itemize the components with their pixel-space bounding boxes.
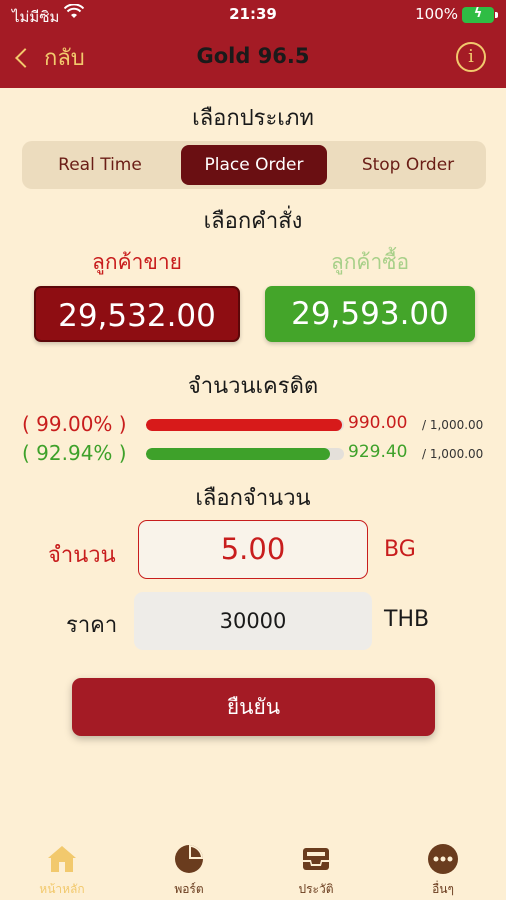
pie-chart-icon <box>175 845 203 873</box>
tab-label: ประวัติ <box>298 882 334 896</box>
amount-input[interactable]: 5.00 <box>138 520 368 579</box>
credit-row-sell: ( 99.00% ) 990.00 / 1,000.00 <box>22 412 492 436</box>
status-bar: ไม่มีซิม 21:39 100% ϟ <box>0 0 506 30</box>
credit-bar <box>146 419 344 431</box>
tab-label: หน้าหลัก <box>39 882 85 896</box>
credit-value: 929.40 <box>348 442 408 462</box>
amount-label: จำนวน <box>48 543 116 568</box>
page-title: Gold 96.5 <box>196 44 310 68</box>
buy-label: ลูกค้าซื้อ <box>330 250 410 274</box>
tab-portfolio[interactable]: พอร์ต <box>139 842 239 899</box>
nav-bar: กลับ Gold 96.5 i <box>0 30 506 88</box>
credit-max: / 1,000.00 <box>422 447 484 461</box>
tab-more[interactable]: อื่นๆ <box>393 842 493 899</box>
sell-label: ลูกค้าขาย <box>92 250 182 274</box>
more-icon <box>428 844 458 874</box>
segment-real-time[interactable]: Real Time <box>26 145 174 185</box>
amount-unit: BG <box>384 537 416 562</box>
credit-percent: ( 92.94% ) <box>22 441 127 465</box>
price-unit: THB <box>384 607 430 632</box>
credit-bar-fill <box>146 448 331 460</box>
tab-label: อื่นๆ <box>432 882 454 896</box>
sell-price-button[interactable]: 29,532.00 <box>34 286 240 342</box>
tab-home[interactable]: หน้าหลัก <box>12 842 112 899</box>
segment-place-order[interactable]: Place Order <box>181 145 327 185</box>
segment-stop-order[interactable]: Stop Order <box>334 145 482 185</box>
home-icon <box>48 846 76 872</box>
buy-price-button[interactable]: 29,593.00 <box>265 286 475 342</box>
tab-label: พอร์ต <box>174 882 204 896</box>
credit-percent: ( 99.00% ) <box>22 412 127 436</box>
tab-history[interactable]: ประวัติ <box>266 842 366 899</box>
tab-bar: หน้าหลัก พอร์ต ประวัติ อื่นๆ <box>0 838 506 900</box>
credit-row-buy: ( 92.94% ) 929.40 / 1,000.00 <box>22 441 492 465</box>
order-section-title: เลือกคำสั่ง <box>203 209 303 234</box>
credit-max: / 1,000.00 <box>422 418 484 432</box>
credit-value: 990.00 <box>348 413 408 433</box>
credit-section-title: จำนวนเครดิต <box>187 374 319 399</box>
amount-section-title: เลือกจำนวน <box>195 486 311 511</box>
confirm-button[interactable]: ยืนยัน <box>72 678 435 736</box>
battery-icon: ϟ <box>462 6 498 23</box>
credit-bar <box>146 448 344 460</box>
app-header: ไม่มีซิม 21:39 100% ϟ กลับ Gold 96.5 i <box>0 0 506 88</box>
inbox-icon <box>303 848 329 870</box>
order-type-segmented-control: Real Time Place Order Stop Order <box>22 141 486 189</box>
price-label: ราคา <box>66 613 118 638</box>
info-icon[interactable]: i <box>456 42 486 72</box>
type-section-title: เลือกประเภท <box>192 106 314 131</box>
credit-bar-fill <box>146 419 343 431</box>
price-input[interactable]: 30000 <box>134 592 372 650</box>
battery-percent: 100% <box>415 5 458 23</box>
